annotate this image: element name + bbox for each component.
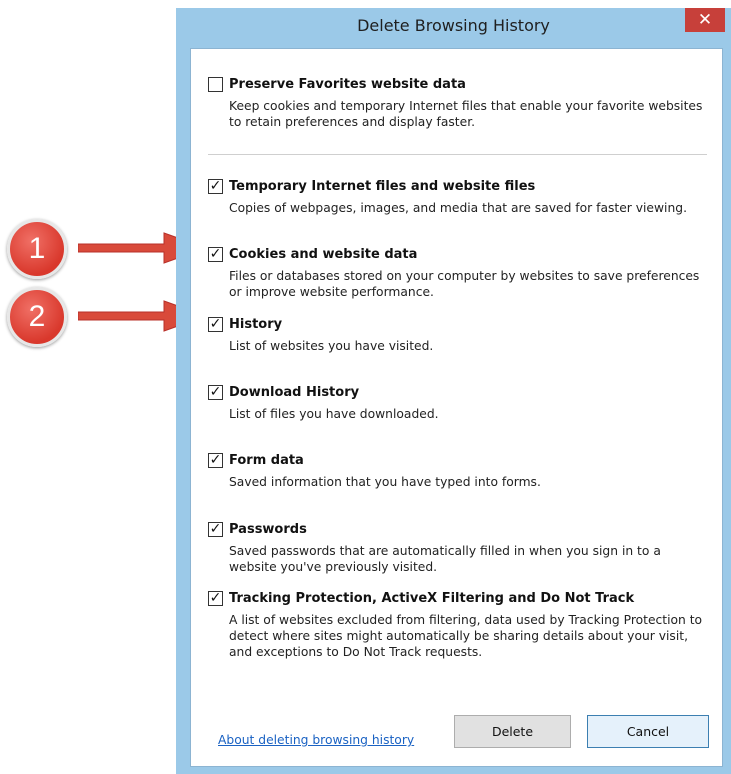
checkbox-tracking-protection[interactable]: ✓ [208, 591, 223, 606]
checkbox-cookies[interactable]: ✓ [208, 247, 223, 262]
option-description: Copies of webpages, images, and media th… [229, 201, 687, 215]
annotation-badge-1: 1 [7, 219, 67, 279]
window-title: Delete Browsing History [357, 16, 550, 35]
option-description: Saved information that you have typed in… [229, 475, 541, 489]
option-label: History [229, 317, 283, 332]
checkbox-download-history[interactable]: ✓ [208, 385, 223, 400]
option-tracking-protection: ✓ Tracking Protection, ActiveX Filtering… [208, 591, 718, 660]
checkbox-preserve-favorites[interactable] [208, 77, 223, 92]
checkmark-icon: ✓ [209, 178, 222, 194]
separator [208, 154, 707, 155]
option-cookies: ✓ Cookies and website data Files or data… [208, 247, 718, 300]
checkbox-history[interactable]: ✓ [208, 317, 223, 332]
annotation-number: 2 [28, 300, 46, 333]
option-label: Preserve Favorites website data [229, 77, 466, 92]
option-history: ✓ History List of websites you have visi… [208, 317, 718, 354]
option-label: Passwords [229, 522, 307, 537]
option-preserve-favorites: Preserve Favorites website data Keep coo… [208, 77, 718, 130]
delete-button[interactable]: Delete [454, 715, 571, 748]
delete-browsing-history-dialog: Delete Browsing History ✕ Preserve Favor… [176, 8, 731, 774]
option-label: Cookies and website data [229, 247, 418, 262]
option-label: Form data [229, 453, 304, 468]
annotation-badge-2: 2 [7, 287, 67, 347]
option-description: List of websites you have visited. [229, 339, 434, 353]
checkmark-icon: ✓ [209, 316, 222, 332]
option-download-history: ✓ Download History List of files you hav… [208, 385, 718, 422]
annotation-number: 1 [28, 232, 46, 265]
checkmark-icon: ✓ [209, 521, 222, 537]
option-passwords: ✓ Passwords Saved passwords that are aut… [208, 522, 718, 575]
option-label: Temporary Internet files and website fil… [229, 179, 536, 194]
checkbox-temporary-internet-files[interactable]: ✓ [208, 179, 223, 194]
option-description: Files or databases stored on your comput… [229, 269, 700, 299]
option-description: A list of websites excluded from filteri… [229, 613, 703, 659]
dialog-content: Preserve Favorites website data Keep coo… [190, 48, 723, 767]
close-icon: ✕ [697, 10, 713, 30]
option-temporary-internet-files: ✓ Temporary Internet files and website f… [208, 179, 718, 216]
about-deleting-history-link[interactable]: About deleting browsing history [218, 733, 414, 747]
cancel-button[interactable]: Cancel [587, 715, 709, 748]
option-description: Saved passwords that are automatically f… [229, 544, 661, 574]
checkbox-form-data[interactable]: ✓ [208, 453, 223, 468]
checkmark-icon: ✓ [209, 452, 222, 468]
checkbox-passwords[interactable]: ✓ [208, 522, 223, 537]
option-label: Download History [229, 385, 360, 400]
checkmark-icon: ✓ [209, 246, 222, 262]
option-label: Tracking Protection, ActiveX Filtering a… [229, 591, 635, 606]
checkmark-icon: ✓ [209, 384, 222, 400]
close-button[interactable]: ✕ [685, 8, 725, 32]
option-description: Keep cookies and temporary Internet file… [229, 99, 703, 129]
option-description: List of files you have downloaded. [229, 407, 439, 421]
option-form-data: ✓ Form data Saved information that you h… [208, 453, 718, 490]
title-bar[interactable]: Delete Browsing History ✕ [176, 8, 731, 48]
checkmark-icon: ✓ [209, 590, 222, 606]
